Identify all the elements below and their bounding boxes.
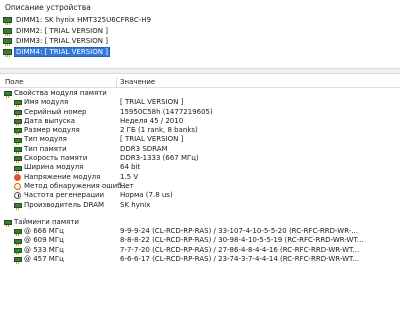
timing-row[interactable]: @ 457 МГц 6-6-6-17 (CL-RCD-RP-RAS) / 23-… (0, 255, 400, 265)
property-field: Дата выпуска (24, 116, 76, 125)
property-value: 15950C58h (1477219605) (120, 107, 213, 116)
dimm-item-3[interactable]: DIMM3: [ TRIAL VERSION ] (3, 36, 397, 47)
error-detection-icon (14, 183, 21, 191)
memory-chip-icon (14, 156, 22, 164)
memory-chip-icon (14, 238, 22, 246)
timing-value: 8-8-8-22 (CL-RCD-RP-RAS) / 30-98-4-10-5-… (120, 236, 364, 245)
memory-module-icon (3, 38, 12, 47)
property-row[interactable]: Производитель DRAM SK hynix (0, 201, 400, 210)
timing-value: 7-7-7-20 (CL-RCD-RP-RAS) / 27-86-4-8-4-4… (120, 245, 360, 254)
property-row[interactable]: Дата выпуска Неделя 45 / 2010 (0, 116, 400, 127)
memory-chip-icon (14, 165, 22, 173)
memory-chip-icon (14, 100, 22, 108)
memory-module-icon (4, 91, 12, 99)
memory-module-icon (3, 48, 12, 57)
dimm-item-2[interactable]: DIMM2: [ TRIAL VERSION ] (3, 26, 397, 37)
dimm-item-label: DIMM1: SK hynix HMT325U6CFR8C-H9 (16, 16, 152, 24)
columns-header: Поле Значение (0, 76, 400, 88)
memory-module-icon (3, 27, 12, 36)
property-field: Производитель DRAM (24, 200, 105, 209)
column-header-field[interactable]: Поле (5, 78, 23, 86)
timing-row[interactable]: @ 666 МГц 9-9-9-24 (CL-RCD-RP-RAS) / 33-… (0, 227, 400, 237)
property-field: Тип памяти (24, 144, 67, 153)
property-field: Размер модуля (24, 126, 80, 135)
timing-value: 6-6-6-17 (CL-RCD-RP-RAS) / 23-74-3-7-4-4… (120, 255, 360, 264)
memory-chip-icon (14, 257, 22, 265)
column-header-value[interactable]: Значение (120, 78, 155, 86)
memory-module-icon (3, 17, 12, 26)
memory-chip-icon (14, 109, 22, 117)
property-field: Частота регенерации (24, 191, 105, 200)
property-field: Ширина модуля (24, 163, 84, 172)
property-value: [ TRIAL VERSION ] (120, 98, 184, 107)
property-field: Серийный номер (24, 107, 87, 116)
refresh-clock-icon (14, 192, 21, 200)
property-value: DDR3 SDRAM (120, 144, 168, 153)
property-value: Нет (120, 181, 134, 190)
timing-value: 9-9-9-24 (CL-RCD-RP-RAS) / 33-107-4-10-5… (120, 227, 358, 236)
property-row[interactable]: Размер модуля 2 ГБ (1 rank, 8 banks) (0, 126, 400, 136)
property-value: 2 ГБ (1 rank, 8 banks) (120, 126, 198, 135)
group-title: Свойства модуля памяти (14, 89, 107, 97)
memory-chip-icon (14, 146, 22, 154)
timing-frequency: @ 457 МГц (24, 255, 64, 264)
timing-row[interactable]: @ 533 МГц 7-7-7-20 (CL-RCD-RP-RAS) / 27-… (0, 246, 400, 255)
property-value: Неделя 45 / 2010 (120, 116, 184, 125)
property-row[interactable]: Частота регенерации Норма (7.8 us) (0, 191, 400, 200)
memory-chip-icon (14, 202, 22, 210)
dimm-item-4[interactable]: DIMM4: [ TRIAL VERSION ] (3, 46, 397, 57)
property-field: Тип модуля (24, 135, 67, 144)
memory-module-icon (4, 220, 12, 227)
property-value: Норма (7.8 us) (120, 191, 173, 200)
dimm-item-label: DIMM3: [ TRIAL VERSION ] (16, 37, 108, 45)
timing-frequency: @ 666 МГц (24, 227, 64, 236)
device-description-panel: Описание устройства DIMM1: SK hynix HMT3… (0, 0, 400, 68)
property-row[interactable]: Метод обнаружения ошиб... Нет (0, 182, 400, 191)
memory-chip-icon (14, 119, 22, 127)
group-header-module-props[interactable]: Свойства модуля памяти (0, 89, 400, 99)
voltage-icon (14, 173, 21, 181)
column-divider[interactable] (116, 77, 117, 87)
timing-frequency: @ 609 МГц (24, 236, 64, 245)
property-value: DDR3-1333 (667 МГц) (120, 154, 199, 163)
dimm-item-label: DIMM4: [ TRIAL VERSION ] (14, 46, 110, 57)
property-row[interactable]: Ширина модуля 64 bit (0, 163, 400, 173)
timing-row[interactable]: @ 609 МГц 8-8-8-22 (CL-RCD-RP-RAS) / 30-… (0, 236, 400, 246)
group-header-timings[interactable]: Тайминги памяти (0, 218, 400, 227)
timing-frequency: @ 533 МГц (24, 245, 64, 254)
property-field: Скорость памяти (24, 154, 88, 163)
memory-chip-icon (14, 229, 22, 237)
group-title: Тайминги памяти (14, 217, 79, 226)
property-value: [ TRIAL VERSION ] (120, 135, 184, 144)
dimm-item-label: DIMM2: [ TRIAL VERSION ] (16, 26, 108, 35)
dimm-item-1[interactable]: DIMM1: SK hynix HMT325U6CFR8C-H9 (3, 15, 397, 26)
dimm-list: DIMM1: SK hynix HMT325U6CFR8C-H9 DIMM2: … (3, 15, 397, 57)
memory-chip-icon (14, 128, 22, 136)
property-field: Напряжение модуля (24, 172, 101, 181)
property-row[interactable]: Напряжение модуля 1.5 V (0, 173, 400, 182)
memory-chip-icon (14, 247, 22, 255)
memory-chip-icon (14, 137, 22, 145)
property-field: Имя модуля (24, 98, 69, 107)
property-row[interactable]: Скорость памяти DDR3-1333 (667 МГц) (0, 154, 400, 164)
property-value: 1.5 V (120, 172, 139, 181)
panel-splitter[interactable] (0, 68, 400, 74)
property-value: 64 bit (120, 163, 141, 172)
property-value: SK hynix (120, 200, 151, 209)
property-field: Метод обнаружения ошиб... (24, 181, 129, 190)
property-row[interactable]: Тип модуля [ TRIAL VERSION ] (0, 135, 400, 145)
property-row[interactable]: Серийный номер 15950C58h (1477219605) (0, 108, 400, 117)
property-row[interactable]: Имя модуля [ TRIAL VERSION ] (0, 98, 400, 108)
device-description-title: Описание устройства (5, 3, 91, 12)
property-row[interactable]: Тип памяти DDR3 SDRAM (0, 145, 400, 154)
properties-list: Свойства модуля памяти Имя модуля [ TRIA… (0, 89, 400, 265)
